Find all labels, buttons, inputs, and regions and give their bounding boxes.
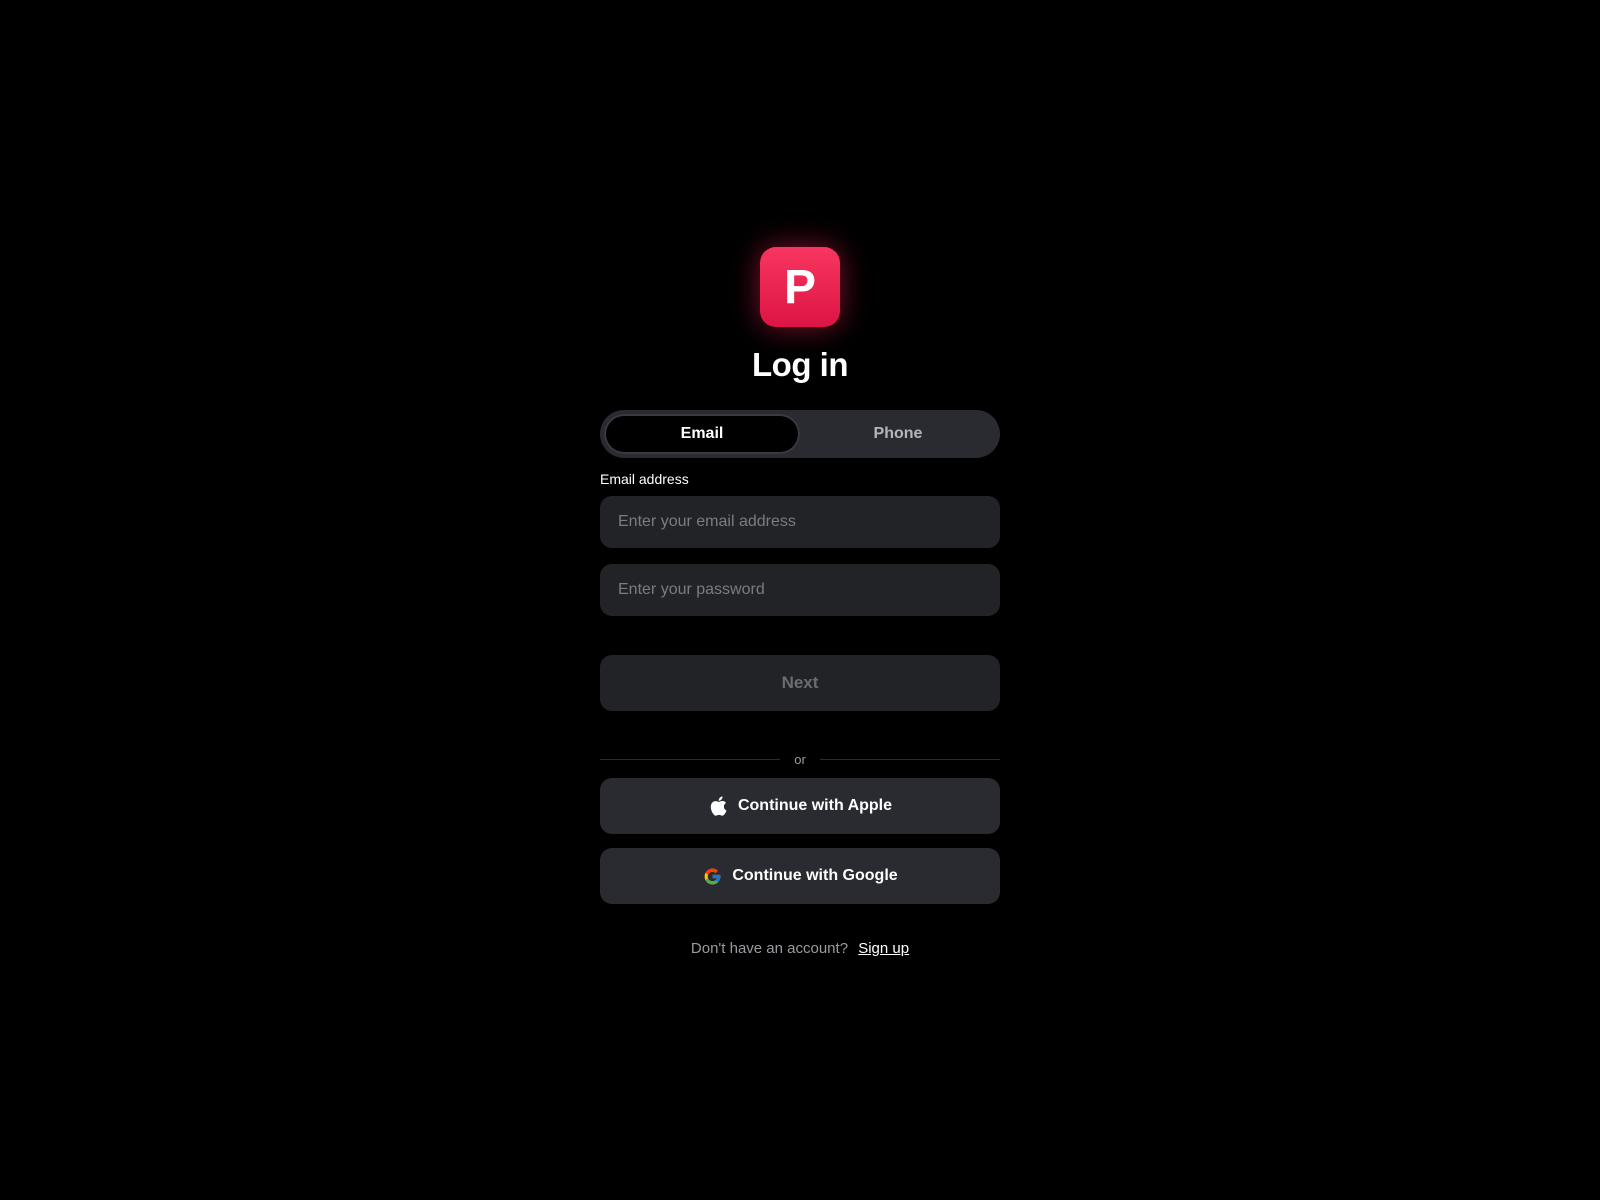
google-icon: [702, 866, 722, 886]
sign-up-link[interactable]: Sign up: [858, 940, 909, 957]
divider-text: or: [794, 751, 806, 767]
login-card: P Log in Email Phone Email address Next …: [600, 247, 1000, 957]
divider-line-left: [600, 758, 781, 760]
google-button-label: Continue with Google: [732, 867, 898, 884]
email-input[interactable]: [600, 496, 1000, 548]
page-title: Log in: [752, 346, 848, 383]
app-logo: P: [760, 247, 840, 327]
divider-line-right: [819, 758, 1000, 760]
or-divider: or: [600, 751, 1000, 767]
continue-with-apple-button[interactable]: Continue with Apple: [600, 778, 1000, 834]
apple-icon: [708, 796, 728, 816]
signup-row: Don't have an account? Sign up: [600, 940, 1000, 957]
login-page: P Log in Email Phone Email address Next …: [0, 0, 1600, 1200]
tab-phone[interactable]: Phone: [800, 414, 996, 454]
next-button[interactable]: Next: [600, 655, 1000, 711]
email-label: Email address: [600, 471, 689, 487]
tab-email[interactable]: Email: [604, 414, 800, 454]
apple-button-label: Continue with Apple: [737, 797, 893, 814]
app-logo-letter: P: [783, 260, 816, 314]
continue-with-google-button[interactable]: Continue with Google: [600, 848, 1000, 904]
signup-prompt: Don't have an account?: [690, 940, 849, 957]
password-input[interactable]: [600, 564, 1000, 616]
login-method-tabs: Email Phone: [600, 410, 1000, 458]
